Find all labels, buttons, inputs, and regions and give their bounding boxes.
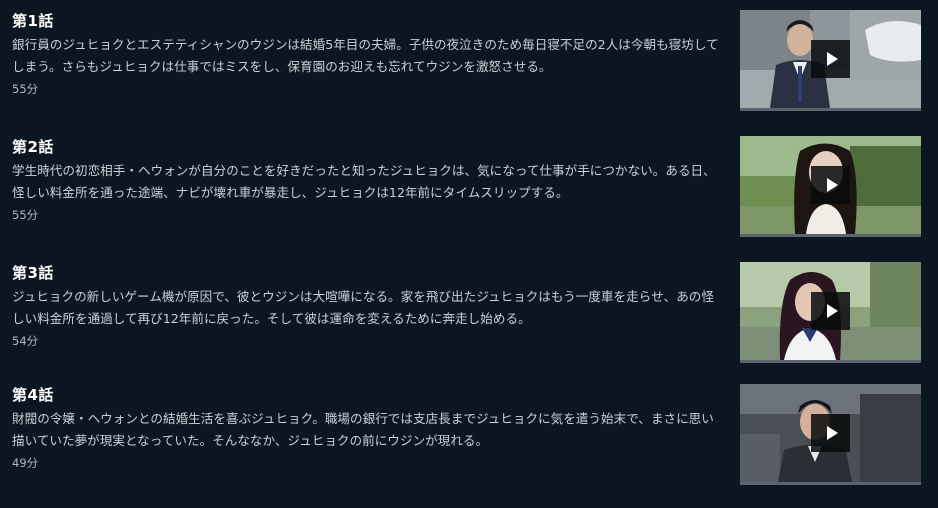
episode-title[interactable]: 第4話 <box>12 384 54 405</box>
play-button[interactable] <box>811 414 850 452</box>
episode-item-3[interactable]: 第3話 ジュヒョクの新しいゲーム機が原因で、彼とウジンは大喧嘩になる。家を飛び出… <box>0 262 938 386</box>
episode-title[interactable]: 第1話 <box>12 10 54 31</box>
episode-thumbnail[interactable] <box>740 262 921 363</box>
episode-thumbnail[interactable] <box>740 136 921 237</box>
play-button[interactable] <box>811 166 850 204</box>
episode-thumbnail[interactable] <box>740 10 921 111</box>
play-icon <box>826 52 838 66</box>
episode-description: ジュヒョクの新しいゲーム機が原因で、彼とウジンは大喧嘩になる。家を飛び出たジュヒ… <box>12 289 714 326</box>
episode-duration: 49分 <box>12 456 39 470</box>
episode-thumbnail[interactable] <box>740 384 921 485</box>
episode-item-4[interactable]: 第4話 財閥の令嬢・ヘウォンとの結婚生活を喜ぶジュヒョク。職場の銀行では支店長ま… <box>0 384 938 508</box>
episode-duration: 55分 <box>12 82 39 96</box>
episode-title[interactable]: 第2話 <box>12 136 54 157</box>
episode-list: 第1話 銀行員のジュヒョクとエステティシャンのウジンは結婚5年目の夫婦。子供の夜… <box>0 0 938 498</box>
episode-item-1[interactable]: 第1話 銀行員のジュヒョクとエステティシャンのウジンは結婚5年目の夫婦。子供の夜… <box>0 10 938 134</box>
episode-description: 財閥の令嬢・ヘウォンとの結婚生活を喜ぶジュヒョク。職場の銀行では支店長までジュヒ… <box>12 411 714 448</box>
play-icon <box>826 304 838 318</box>
episode-description: 学生時代の初恋相手・ヘウォンが自分のことを好きだったと知ったジュヒョクは、気にな… <box>12 163 716 200</box>
episode-item-2[interactable]: 第2話 学生時代の初恋相手・ヘウォンが自分のことを好きだったと知ったジュヒョクは… <box>0 136 938 260</box>
play-icon <box>826 178 838 192</box>
episode-description: 銀行員のジュヒョクとエステティシャンのウジンは結婚5年目の夫婦。子供の夜泣きのた… <box>12 37 719 74</box>
episode-duration: 54分 <box>12 334 39 348</box>
play-icon <box>826 426 838 440</box>
play-button[interactable] <box>811 40 850 78</box>
play-button[interactable] <box>811 292 850 330</box>
episode-duration: 55分 <box>12 208 39 222</box>
episode-title[interactable]: 第3話 <box>12 262 54 283</box>
